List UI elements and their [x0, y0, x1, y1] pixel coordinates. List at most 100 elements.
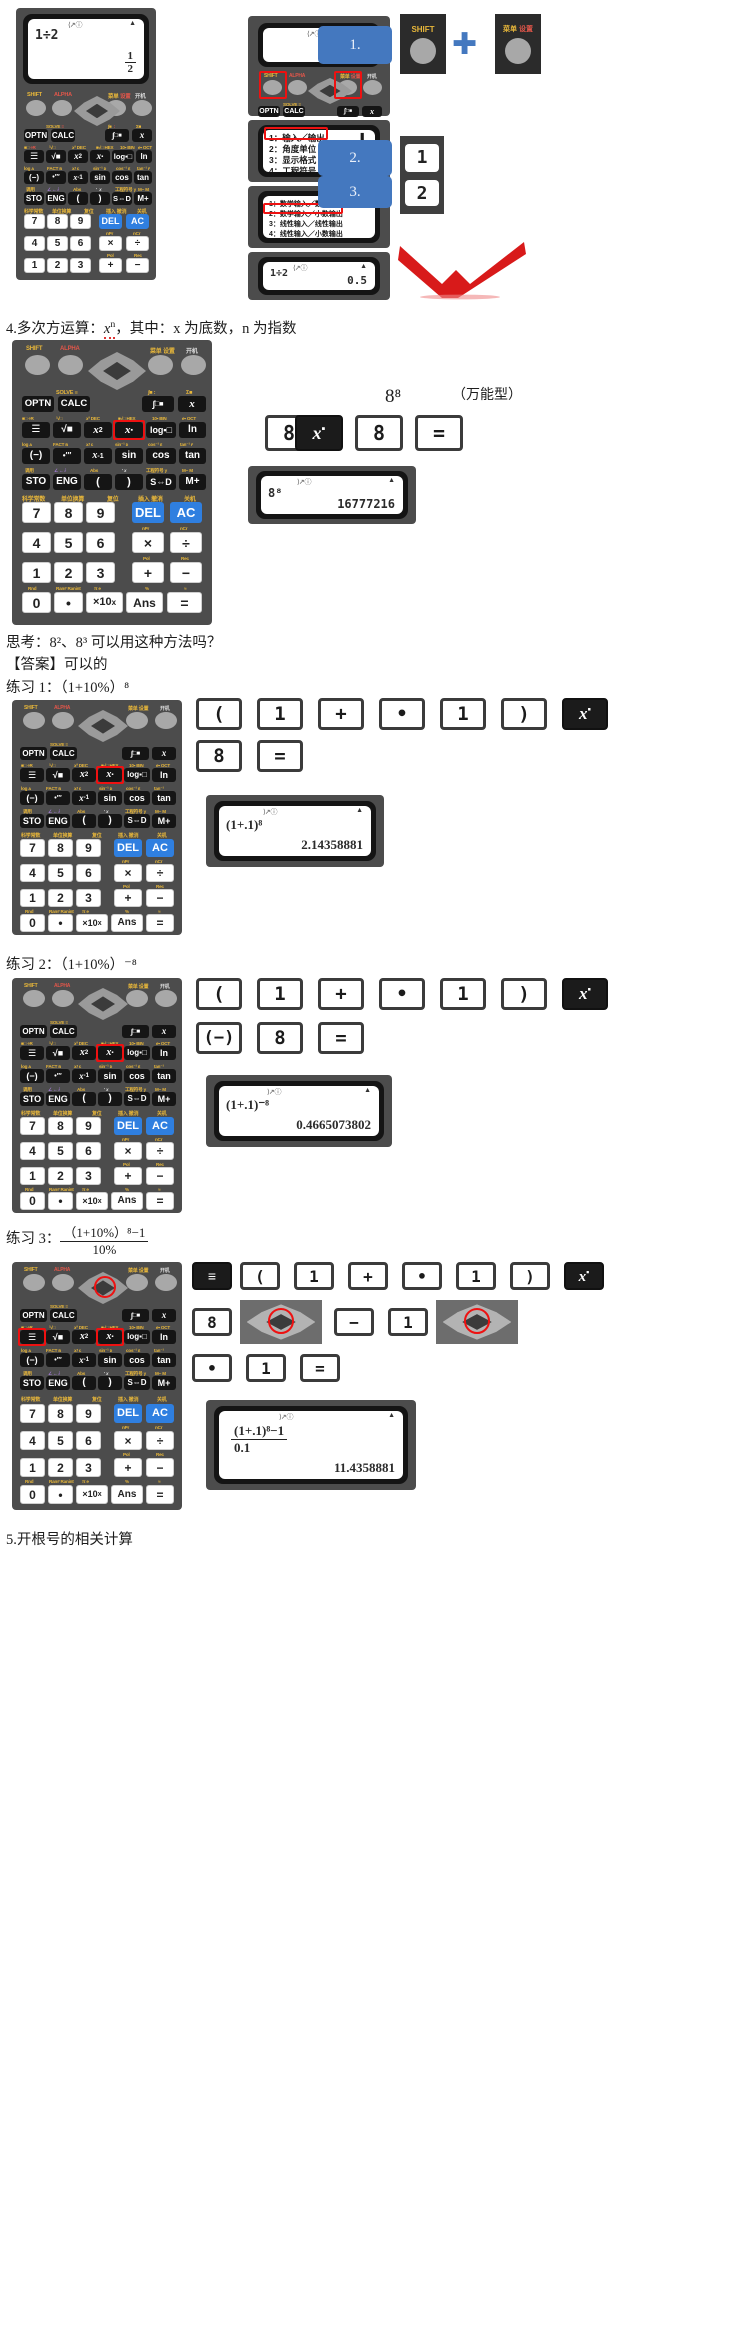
e3-key-rparen[interactable]: ): [98, 1376, 122, 1390]
e3-cap-minus[interactable]: −: [334, 1308, 374, 1336]
e2-key-exp[interactable]: ×10 x: [76, 1192, 108, 1210]
s4-key-4[interactable]: 4: [22, 532, 51, 553]
e2-key-1[interactable]: 1: [20, 1167, 45, 1185]
e1-key-frac[interactable]: ☰: [20, 768, 44, 782]
s4-cap-xpow[interactable]: x▪: [295, 415, 343, 451]
s4-key-cos[interactable]: cos: [146, 448, 176, 464]
e2-direction-pad[interactable]: [78, 988, 128, 1020]
e2-cap-xpow[interactable]: x▪: [562, 978, 608, 1010]
s4-key-sin[interactable]: sin: [115, 448, 143, 464]
e2-key-equals[interactable]: =: [146, 1192, 174, 1210]
e3-key-ln[interactable]: ln: [152, 1330, 176, 1344]
e3-key-sd[interactable]: S⇔D: [124, 1376, 150, 1390]
e2-key-tan[interactable]: tan: [152, 1069, 176, 1083]
e1-key-tan[interactable]: tan: [152, 791, 176, 805]
e1-key-3[interactable]: 3: [76, 889, 101, 907]
e1-cap-equals[interactable]: =: [257, 740, 303, 772]
s4-power-key[interactable]: [181, 355, 206, 375]
s4-key-sd[interactable]: S⇔D: [146, 474, 176, 490]
e1-key-log[interactable]: log▪□: [124, 768, 150, 782]
e2-menu-key[interactable]: [126, 990, 148, 1007]
step1-power-key[interactable]: [363, 80, 382, 95]
s4-key-del[interactable]: DEL: [132, 502, 164, 523]
key-x-squared[interactable]: x2: [68, 150, 88, 163]
s4-key-tan[interactable]: tan: [179, 448, 206, 464]
e1-key-ln[interactable]: ln: [152, 768, 176, 782]
e1-key-mplus[interactable]: M+: [152, 814, 176, 828]
e3-cap-8[interactable]: 8: [192, 1308, 232, 1336]
step1-key-optn[interactable]: OPTN: [258, 106, 280, 117]
s4-cap-equals[interactable]: =: [415, 415, 463, 451]
key-x[interactable]: x: [132, 129, 152, 142]
e2-key-calc[interactable]: CALC: [50, 1025, 77, 1038]
step1-key-calc[interactable]: CALC: [283, 106, 305, 117]
e2-shift-key[interactable]: [23, 990, 45, 1007]
e2-key-lparen[interactable]: (: [72, 1092, 96, 1106]
e2-cap-1b[interactable]: 1: [440, 978, 486, 1010]
e3-key-del[interactable]: DEL: [114, 1404, 142, 1423]
e3-key-lparen[interactable]: (: [72, 1376, 96, 1390]
key-ac[interactable]: AC: [126, 214, 149, 229]
e1-cap-1a[interactable]: 1: [257, 698, 303, 730]
e1-key-sd[interactable]: S⇔D: [124, 814, 150, 828]
e1-cap-xpow[interactable]: x▪: [562, 698, 608, 730]
s4-key-5[interactable]: 5: [54, 532, 83, 553]
step1-key-x[interactable]: x: [362, 106, 382, 117]
s4-key-minus[interactable]: −: [170, 562, 202, 583]
e2-key-rparen[interactable]: ): [98, 1092, 122, 1106]
e3-key-cos[interactable]: cos: [124, 1353, 150, 1367]
e3-key-9[interactable]: 9: [76, 1404, 101, 1423]
key-paren-open[interactable]: (: [68, 192, 88, 205]
e2-key-sqrt[interactable]: √■: [46, 1046, 70, 1060]
e1-key-9[interactable]: 9: [76, 839, 101, 857]
s4-key-9[interactable]: 9: [86, 502, 115, 523]
e3-menu-key[interactable]: [126, 1274, 148, 1291]
s4-key-ans[interactable]: Ans: [126, 592, 163, 613]
e2-key-sin[interactable]: sin: [98, 1069, 122, 1083]
e3-cap-1b[interactable]: 1: [456, 1262, 496, 1290]
s4-key-6[interactable]: 6: [86, 532, 115, 553]
e3-key-x[interactable]: x: [152, 1309, 176, 1322]
s4-key-log[interactable]: log▪□: [146, 422, 176, 438]
s4-key-rparen[interactable]: ): [115, 474, 143, 490]
e3-key-dot[interactable]: •: [48, 1485, 73, 1504]
e1-menu-key[interactable]: [126, 712, 148, 729]
s4-cap-8b[interactable]: 8: [355, 415, 403, 451]
s4-key-ln[interactable]: ln: [179, 422, 206, 438]
e3-key-dms[interactable]: •′″: [46, 1353, 70, 1367]
e2-power-key[interactable]: [155, 990, 177, 1007]
e2-key-2[interactable]: 2: [48, 1167, 73, 1185]
e1-key-integral[interactable]: ∫ □■: [122, 747, 149, 760]
e2-key-log[interactable]: log▪□: [124, 1046, 150, 1060]
e2-key-7[interactable]: 7: [20, 1117, 45, 1135]
e3-key-xinv[interactable]: x -1: [72, 1353, 96, 1367]
key-1[interactable]: 1: [24, 258, 45, 273]
s4-key-dms[interactable]: •′″: [53, 448, 81, 464]
e2-key-6[interactable]: 6: [76, 1142, 101, 1160]
e2-key-sd[interactable]: S⇔D: [124, 1092, 150, 1106]
e3-key-7[interactable]: 7: [20, 1404, 45, 1423]
s4-key-optn[interactable]: OPTN: [22, 396, 54, 412]
e2-key-xinv[interactable]: x -1: [72, 1069, 96, 1083]
s4-menu-key[interactable]: [148, 355, 173, 375]
e3-cap-equals[interactable]: =: [300, 1354, 340, 1382]
key-m-plus[interactable]: M+: [134, 192, 152, 205]
s4-shift-key[interactable]: [25, 355, 50, 375]
step1-key-integral[interactable]: ∫ □■: [337, 106, 359, 117]
e2-key-dms[interactable]: •′″: [46, 1069, 70, 1083]
s4-key-integral[interactable]: ∫ □■: [142, 396, 174, 412]
e3-cap-dot[interactable]: •: [402, 1262, 442, 1290]
e1-key-7[interactable]: 7: [20, 839, 45, 857]
e3-key-ans[interactable]: Ans: [111, 1485, 143, 1504]
e1-key-sin[interactable]: sin: [98, 791, 122, 805]
e3-key-integral[interactable]: ∫ □■: [122, 1309, 149, 1322]
key-sto[interactable]: STO: [24, 192, 44, 205]
e1-key-4[interactable]: 4: [20, 864, 45, 882]
e3-key-plus[interactable]: +: [114, 1458, 142, 1477]
e2-key-integral[interactable]: ∫ □■: [122, 1025, 149, 1038]
e1-key-5[interactable]: 5: [48, 864, 73, 882]
key-eng[interactable]: ENG: [46, 192, 66, 205]
e3-key-minus[interactable]: −: [146, 1458, 174, 1477]
key-plus[interactable]: +: [99, 258, 122, 273]
e3-key-tan[interactable]: tan: [152, 1353, 176, 1367]
